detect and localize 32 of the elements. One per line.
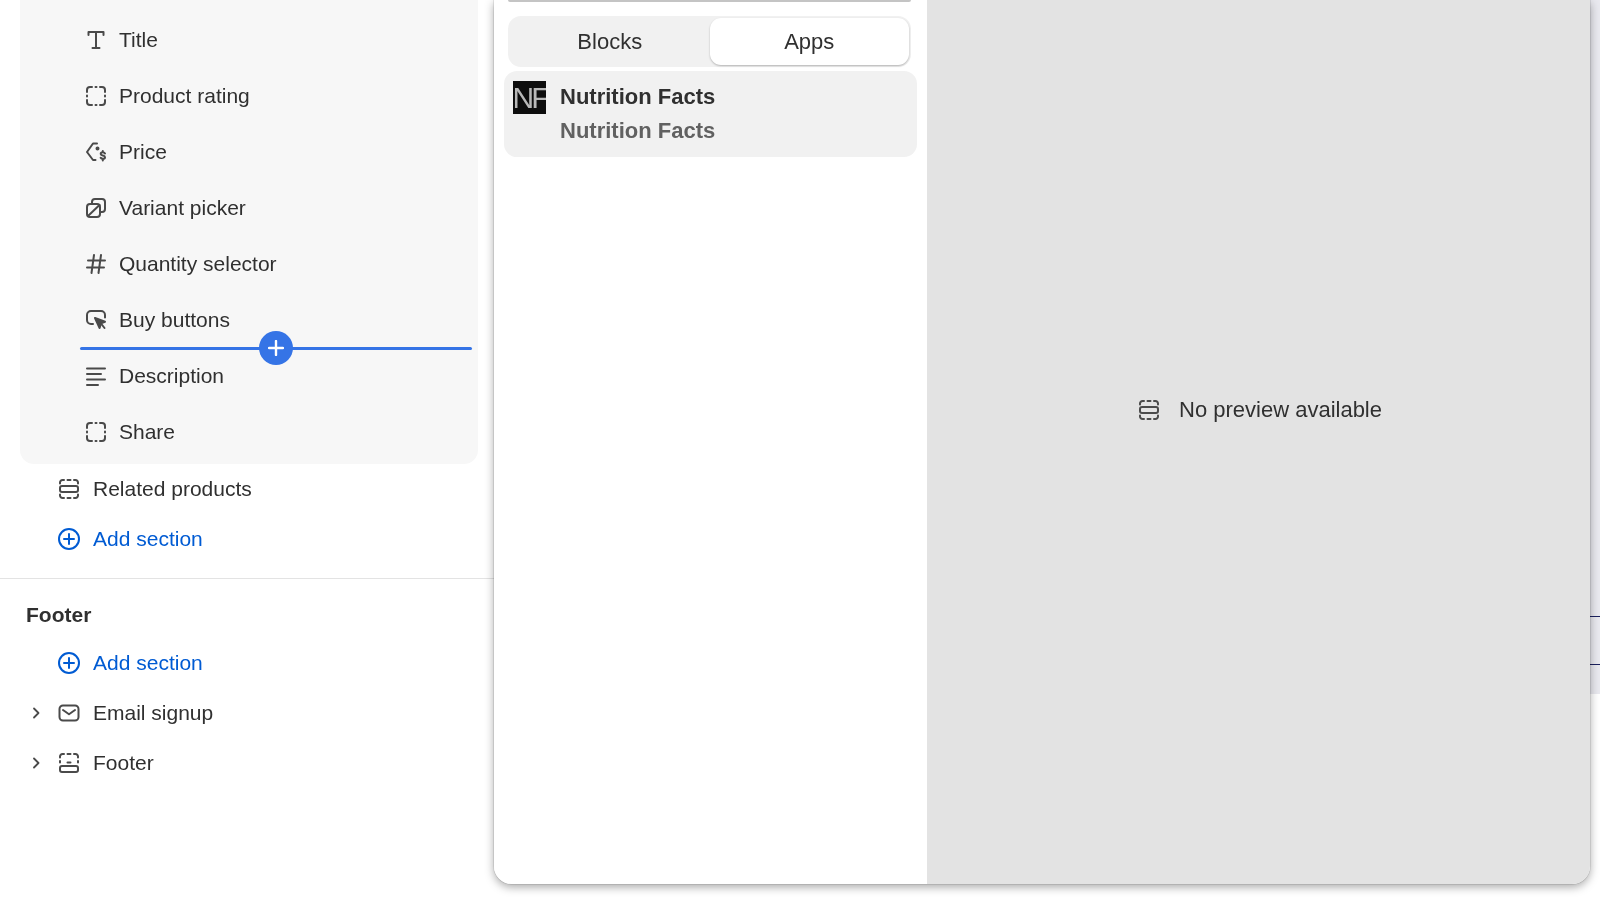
app-logo: NF [513, 81, 546, 114]
section-item[interactable]: Footer [57, 751, 154, 775]
app-developer: Nutrition Facts [560, 119, 716, 143]
tab[interactable]: Apps [709, 18, 909, 65]
tab[interactable]: Blocks [510, 18, 710, 65]
footer-section-icon [57, 751, 81, 775]
section-icon [1137, 398, 1161, 422]
block-item[interactable]: Quantity selector [84, 252, 277, 276]
app-name: Nutrition Facts [560, 85, 716, 109]
plus-circle-icon [57, 651, 81, 675]
section-item[interactable]: Related products [57, 477, 252, 501]
plus-circle-icon [57, 527, 81, 551]
block-item[interactable]: Buy buttons [84, 308, 230, 332]
group-heading: Footer [26, 603, 92, 627]
block-item[interactable]: Product rating [84, 84, 250, 108]
plus-icon [268, 340, 284, 356]
block-item[interactable]: Variant picker [84, 196, 246, 220]
preview-message: No preview available [1179, 397, 1382, 423]
block-item[interactable]: Share [84, 420, 176, 444]
section-item[interactable]: Email signup [57, 701, 214, 725]
add-block-button[interactable] [259, 331, 293, 365]
cursor-click-icon [84, 308, 108, 332]
square-slash-icon [84, 196, 108, 220]
app-item[interactable]: NF Nutrition Facts Nutrition Facts [504, 71, 917, 157]
price-tag-icon [84, 140, 108, 164]
block-item[interactable]: Title [84, 28, 158, 52]
add-section-link[interactable]: Add section [57, 651, 203, 675]
section-icon [57, 477, 81, 501]
block-item[interactable]: Price [84, 140, 167, 164]
block-item[interactable]: Description [84, 364, 225, 388]
add-section-link[interactable]: Add section [57, 527, 203, 551]
hash-icon [84, 252, 108, 276]
